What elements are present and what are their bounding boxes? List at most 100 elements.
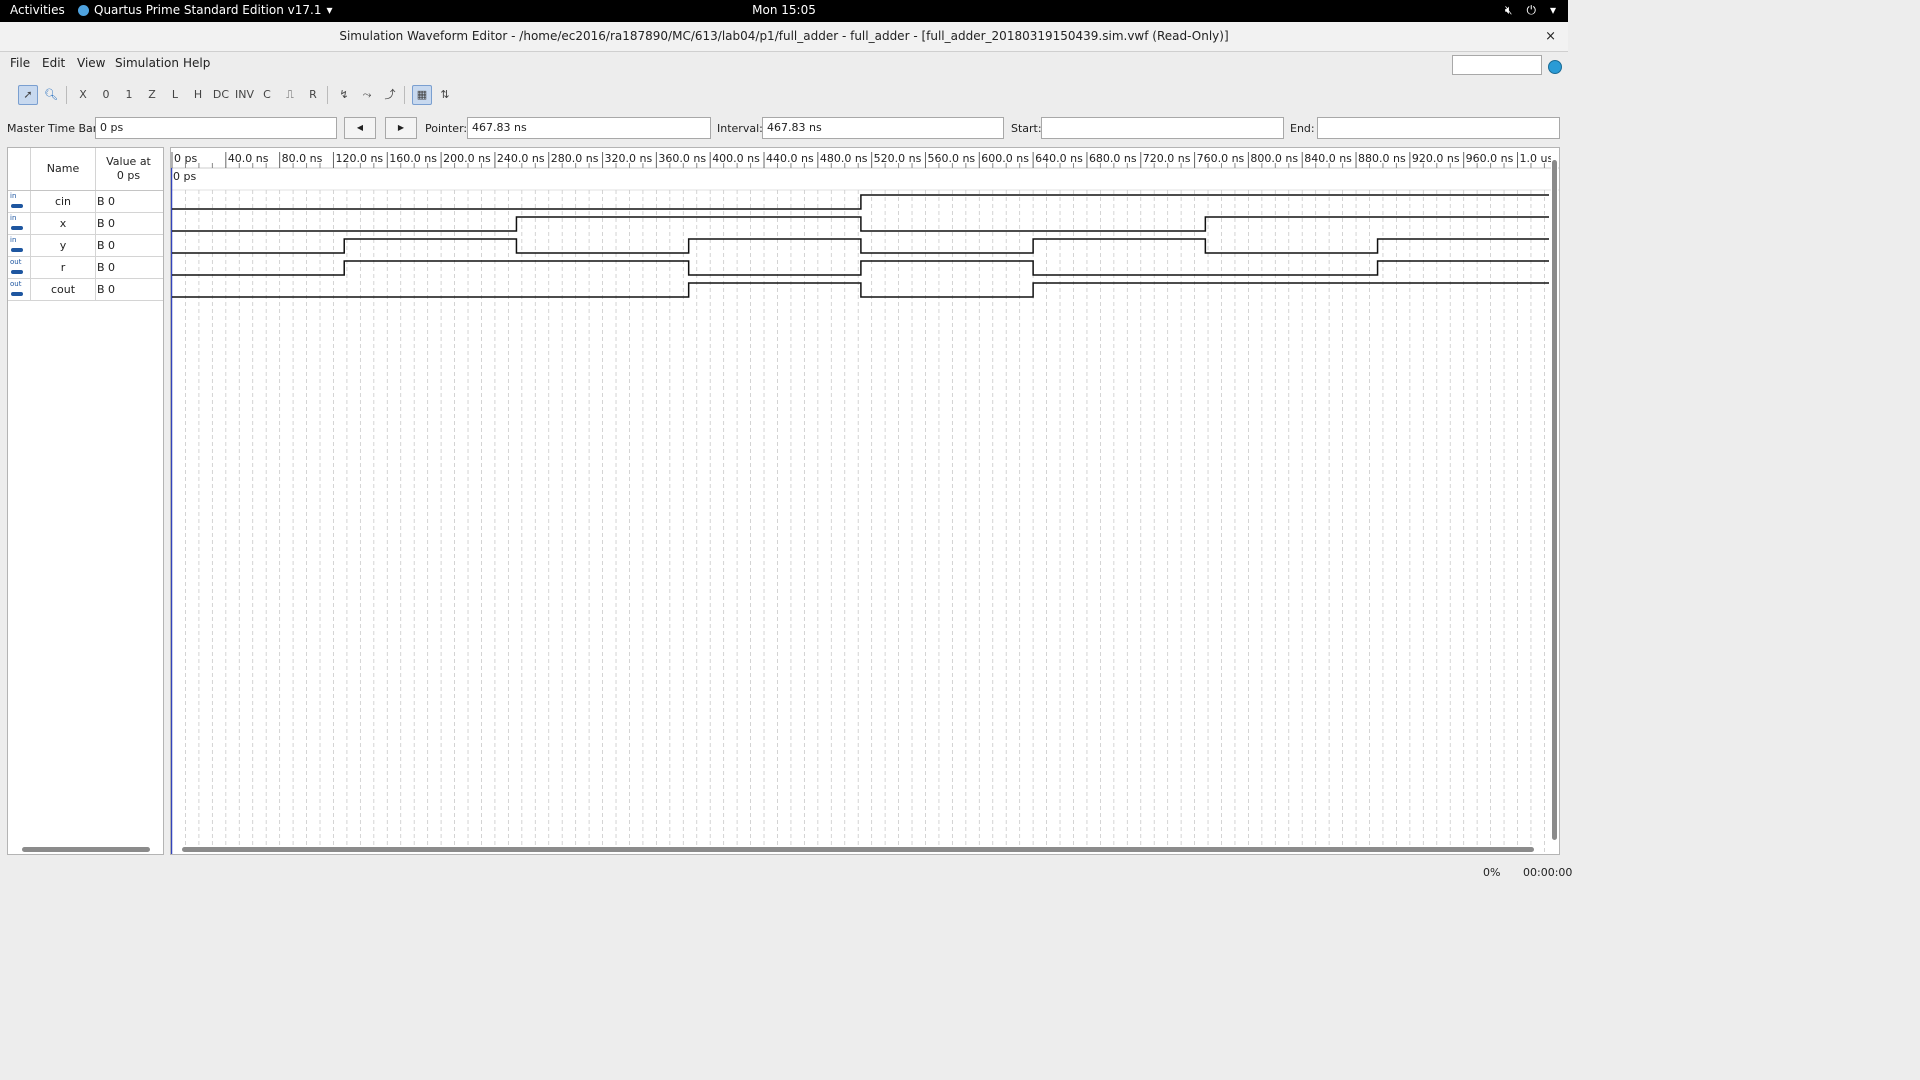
cursor-time-label: 0 ps [173,170,196,183]
volume-muted-icon[interactable]: 🔇︎ [1505,3,1513,18]
waveform-panel[interactable]: 0 ps 40.0 ns 80.0 ns 120.0 ns 160.0 ns 200.0 … [170,147,1560,855]
name-column-header[interactable]: Name [30,148,96,190]
interval-field[interactable]: 467.83 ns [762,117,1004,139]
high-impedance-icon[interactable]: Z [143,86,161,104]
signal-name[interactable]: cin [30,191,96,212]
tick-label: 160.0 ns [389,152,437,165]
pointer-label: Pointer: [425,122,468,135]
tick-label: 800.0 ns [1250,152,1298,165]
vertical-scrollbar[interactable] [1551,148,1558,844]
tick-label: 760.0 ns [1197,152,1245,165]
transition-icon[interactable]: ⤳ [358,86,376,104]
tick-label: 520.0 ns [874,152,922,165]
menu-file[interactable]: File [10,56,30,70]
tick-label: 1.0 us [1520,152,1554,165]
elapsed-time: 00:00:00 [1523,866,1573,879]
tick-label: 360.0 ns [658,152,706,165]
menu-help[interactable]: Help [183,56,210,70]
search-input[interactable] [1452,55,1542,75]
status-bar: 0% 00:00:00 [0,862,1572,882]
input-pin-icon: in [10,214,26,232]
tick-label: 400.0 ns [712,152,760,165]
zoom-tool-icon[interactable]: 🔍︎ [42,86,60,104]
forcing-low-icon[interactable]: 0 [97,86,115,104]
waveform-horizontal-scrollbar[interactable] [182,847,1534,852]
next-transition-button[interactable]: ▶ [385,117,417,139]
count-value-icon[interactable]: C [258,86,276,104]
arbitrary-value-icon[interactable]: ⤴ [381,86,399,104]
menu-edit[interactable]: Edit [42,56,65,70]
signal-row-x[interactable]: in x B 0 [8,213,163,235]
tick-label: 120.0 ns [335,152,383,165]
menu-bar: File Edit View Simulation Help [0,52,1568,76]
tick-label: 880.0 ns [1358,152,1406,165]
signal-value: B 0 [97,239,116,252]
system-top-bar: Activities Quartus Prime Standard Editio… [0,0,1568,22]
input-pin-icon: in [10,236,26,254]
input-pin-icon: in [10,192,26,210]
value-header-line1: Value at [106,155,151,168]
tick-label: 920.0 ns [1412,152,1460,165]
weak-high-icon[interactable]: H [189,86,207,104]
tick-label: 840.0 ns [1304,152,1352,165]
pointer-field[interactable]: 467.83 ns [467,117,711,139]
weak-low-icon[interactable]: L [166,86,184,104]
signal-list-horizontal-scrollbar[interactable] [22,847,150,852]
vertical-scrollbar-thumb[interactable] [1552,160,1557,840]
pin-direction: out [10,280,22,288]
start-field[interactable] [1041,117,1284,139]
grid-toggle-icon[interactable]: ▦ [412,85,432,105]
selection-tool-icon[interactable]: ➚ [18,85,38,105]
signal-row-r[interactable]: out r B 0 [8,257,163,279]
signal-name[interactable]: x [30,213,96,234]
tick-label: 560.0 ns [927,152,975,165]
chevron-down-icon[interactable]: ▾ [1550,3,1556,18]
menu-view[interactable]: View [77,56,105,70]
snap-to-grid-icon[interactable]: ↯ [335,86,353,104]
sort-signals-icon[interactable]: ⇅ [436,86,454,104]
clock[interactable]: Mon 15:05 [752,3,816,17]
clock-value-icon[interactable]: ⎍ [281,86,299,104]
menu-simulation[interactable]: Simulation [115,56,179,70]
signal-value: B 0 [97,217,116,230]
value-column-header[interactable]: Value at 0 ps [94,155,163,183]
invert-value-icon[interactable]: INV [235,86,254,104]
globe-icon[interactable] [1548,60,1562,74]
end-field[interactable] [1317,117,1560,139]
random-value-icon[interactable]: R [304,86,322,104]
dont-care-icon[interactable]: DC [212,86,230,104]
pin-direction: in [10,236,17,244]
activities-button[interactable]: Activities [10,3,65,17]
quartus-icon [78,4,89,16]
tick-label: 40.0 ns [228,152,269,165]
pin-direction: in [10,192,17,200]
previous-transition-button[interactable]: ◀ [344,117,376,139]
signal-value: B 0 [97,261,116,274]
signal-list-panel: Name Value at 0 ps in cin B 0 in x B 0 in y B 0o… [7,147,164,855]
signal-name[interactable]: cout [30,279,96,300]
close-window-button[interactable]: × [1545,22,1556,51]
signal-row-cin[interactable]: in cin B 0 [8,191,163,213]
pin-direction: in [10,214,17,222]
signal-name[interactable]: y [30,235,96,256]
tick-label: 80.0 ns [282,152,323,165]
tick-label: 280.0 ns [551,152,599,165]
pin-direction: out [10,258,22,266]
signal-row-y[interactable]: in y B 0 [8,235,163,257]
toolbar-separator [66,86,67,104]
waveform-canvas[interactable]: 0 ps 40.0 ns 80.0 ns 120.0 ns 160.0 ns 200.0 … [171,148,1559,854]
power-icon[interactable]: ⏻ [1526,3,1536,18]
waveform-toolbar: ➚ 🔍︎ X 0 1 Z L H DC INV C ⎍ R ↯ ⤳ ⤴ ▦ ⇅ [0,82,1568,108]
forcing-high-icon[interactable]: 1 [120,86,138,104]
tick-label: 200.0 ns [443,152,491,165]
time-bar-row: Master Time Bar: 0 ps ◀ ▶ Pointer: 467.8… [0,116,1568,142]
signal-value: B 0 [97,283,116,296]
end-label: End: [1290,122,1315,135]
tick-label: 960.0 ns [1466,152,1514,165]
signal-name[interactable]: r [30,257,96,278]
forcing-unknown-icon[interactable]: X [74,86,92,104]
master-time-bar-label: Master Time Bar: [7,122,101,135]
signal-row-cout[interactable]: out cout B 0 [8,279,163,301]
app-menu-button[interactable]: Quartus Prime Standard Edition v17.1 ▾ [78,3,333,17]
master-time-bar-field[interactable]: 0 ps [95,117,337,139]
